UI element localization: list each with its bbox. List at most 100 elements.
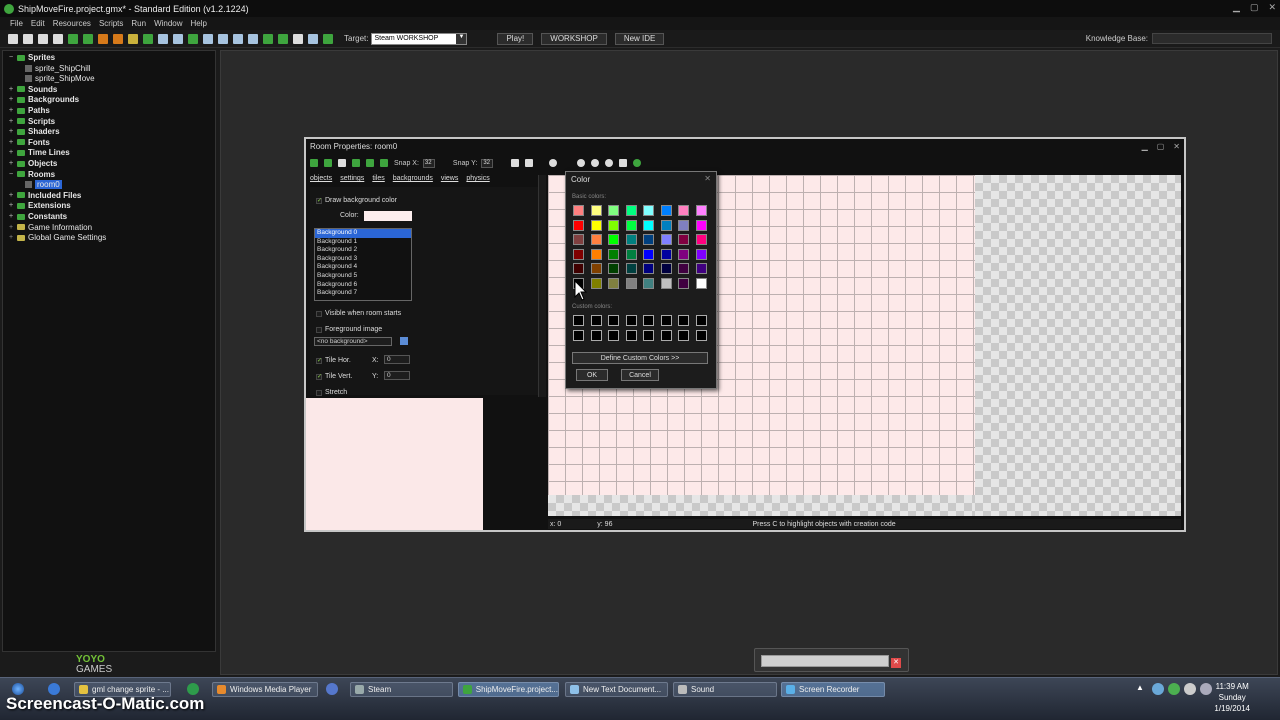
add-shader-icon[interactable] <box>218 33 228 44</box>
custom-color-swatch[interactable] <box>590 315 602 326</box>
tree-folder[interactable]: − Sprites <box>9 53 55 62</box>
custom-color-swatch[interactable] <box>608 330 619 341</box>
tab-backgrounds[interactable]: backgrounds <box>393 175 433 182</box>
basic-color-swatch[interactable] <box>625 248 637 260</box>
clean-icon[interactable] <box>128 33 138 44</box>
background-list[interactable]: Background 0 Background 1 Background 2 Back… <box>314 228 412 301</box>
custom-color-swatch[interactable] <box>625 330 637 341</box>
new-project-icon[interactable] <box>8 33 18 44</box>
clear-icon[interactable] <box>338 159 346 167</box>
close-icon[interactable]: ✕ <box>1268 2 1276 13</box>
panel-scrollbar[interactable] <box>538 175 546 397</box>
taskbar-item-notepad[interactable]: New Text Document... <box>565 682 668 697</box>
add-sound-icon[interactable] <box>158 33 168 44</box>
basic-color-swatch[interactable] <box>608 278 619 289</box>
basic-color-swatch[interactable] <box>625 205 637 216</box>
background-list-item[interactable]: Background 0 <box>315 229 411 238</box>
extensions-icon[interactable] <box>323 33 333 44</box>
color-dialog-close-icon[interactable]: ✕ <box>704 174 711 183</box>
add-path-icon[interactable] <box>188 33 198 44</box>
sort-icon[interactable] <box>380 159 388 167</box>
expand-toggle-icon[interactable]: + <box>9 96 15 103</box>
custom-color-swatch[interactable] <box>695 315 707 326</box>
tile-vert-checkbox[interactable]: ✓ Tile Vert. <box>316 373 352 380</box>
basic-color-swatch[interactable] <box>695 263 707 275</box>
settings-icon[interactable] <box>308 33 318 44</box>
custom-color-swatch[interactable] <box>643 330 654 341</box>
tree-folder[interactable]: + Paths <box>9 106 50 115</box>
basic-color-swatch[interactable] <box>590 205 602 216</box>
undo-icon[interactable] <box>324 159 332 167</box>
basic-color-swatch[interactable] <box>660 278 672 289</box>
expand-toggle-icon[interactable]: + <box>9 202 15 209</box>
basic-color-swatch[interactable] <box>643 205 654 216</box>
basic-color-swatch[interactable] <box>678 234 689 246</box>
tab-settings[interactable]: settings <box>340 175 364 182</box>
minimize-icon[interactable]: ▁ <box>1233 2 1240 13</box>
basic-color-swatch[interactable] <box>678 205 689 216</box>
isometric-icon[interactable] <box>525 159 534 167</box>
tree-folder[interactable]: + Sounds <box>9 85 57 94</box>
basic-color-swatch[interactable] <box>660 263 672 275</box>
basic-color-swatch[interactable] <box>678 248 689 260</box>
basic-color-swatch[interactable] <box>608 248 619 260</box>
tray-monitor-icon[interactable] <box>1200 683 1212 695</box>
zoom-icon[interactable] <box>549 159 558 167</box>
game-info-icon[interactable] <box>293 33 303 44</box>
play-button[interactable]: Play! <box>497 32 534 45</box>
custom-color-swatch[interactable] <box>678 315 689 326</box>
bg-color-swatch[interactable] <box>364 211 412 221</box>
tree-folder[interactable]: + Scripts <box>9 117 55 126</box>
tree-folder[interactable]: + Included Files <box>9 191 81 200</box>
new-ide-button[interactable]: New IDE <box>614 32 665 45</box>
tree-folder[interactable]: + Constants <box>9 212 67 221</box>
menu-run[interactable]: Run <box>131 19 146 28</box>
basic-color-swatch[interactable] <box>695 234 707 246</box>
taskbar-item-sound[interactable]: Sound <box>673 682 777 697</box>
add-sprite-icon[interactable] <box>143 33 153 44</box>
custom-color-swatch[interactable] <box>678 330 689 341</box>
add-timeline-icon[interactable] <box>248 33 258 44</box>
background-list-item[interactable]: Background 2 <box>315 246 411 255</box>
tray-network-icon[interactable] <box>1152 683 1164 695</box>
expand-toggle-icon[interactable]: + <box>9 139 15 146</box>
menu-scripts[interactable]: Scripts <box>99 19 123 28</box>
draw-bg-color-checkbox[interactable]: ✓ Draw background color <box>316 197 397 204</box>
tree-folder[interactable]: + Backgrounds <box>9 95 79 104</box>
basic-color-swatch[interactable] <box>695 219 707 231</box>
background-select[interactable]: <no background> <box>314 337 392 346</box>
knowledge-base-input[interactable] <box>1152 33 1272 44</box>
basic-color-swatch[interactable] <box>590 263 602 275</box>
custom-color-swatch[interactable] <box>695 330 707 341</box>
basic-color-swatch[interactable] <box>643 263 654 275</box>
x-input[interactable]: 0 <box>384 355 410 364</box>
system-clock[interactable]: 11:39 AM Sunday 1/19/2014 <box>1214 681 1250 714</box>
stretch-checkbox[interactable]: Stretch <box>316 389 347 396</box>
shift-icon[interactable] <box>352 159 360 167</box>
compile-icon[interactable] <box>113 33 123 44</box>
stop-icon[interactable] <box>98 33 108 44</box>
basic-color-swatch[interactable] <box>678 219 689 231</box>
grid-icon[interactable] <box>511 159 520 167</box>
ok-button[interactable]: OK <box>576 369 608 381</box>
debug-icon[interactable] <box>83 33 93 44</box>
custom-color-swatch[interactable] <box>660 330 672 341</box>
cancel-button[interactable]: Cancel <box>621 369 659 381</box>
expand-toggle-icon[interactable]: + <box>9 234 15 241</box>
add-script-icon[interactable] <box>203 33 213 44</box>
basic-color-swatch[interactable] <box>660 248 672 260</box>
basic-color-swatch[interactable] <box>660 205 672 216</box>
menu-file[interactable]: File <box>10 19 23 28</box>
custom-color-swatch[interactable] <box>590 330 602 341</box>
basic-color-swatch[interactable] <box>695 248 707 260</box>
zoom-in-icon[interactable] <box>591 159 600 167</box>
open-project-icon[interactable] <box>23 33 33 44</box>
taskbar-item-screen-recorder[interactable]: Screen Recorder <box>781 682 885 697</box>
menu-edit[interactable]: Edit <box>31 19 45 28</box>
basic-color-swatch[interactable] <box>608 219 619 231</box>
tile-hor-checkbox[interactable]: ✓ Tile Hor. <box>316 357 351 364</box>
basic-color-swatch[interactable] <box>590 234 602 246</box>
tab-views[interactable]: views <box>441 175 459 182</box>
basic-color-swatch[interactable] <box>573 263 584 275</box>
basic-color-swatch[interactable] <box>678 278 689 289</box>
